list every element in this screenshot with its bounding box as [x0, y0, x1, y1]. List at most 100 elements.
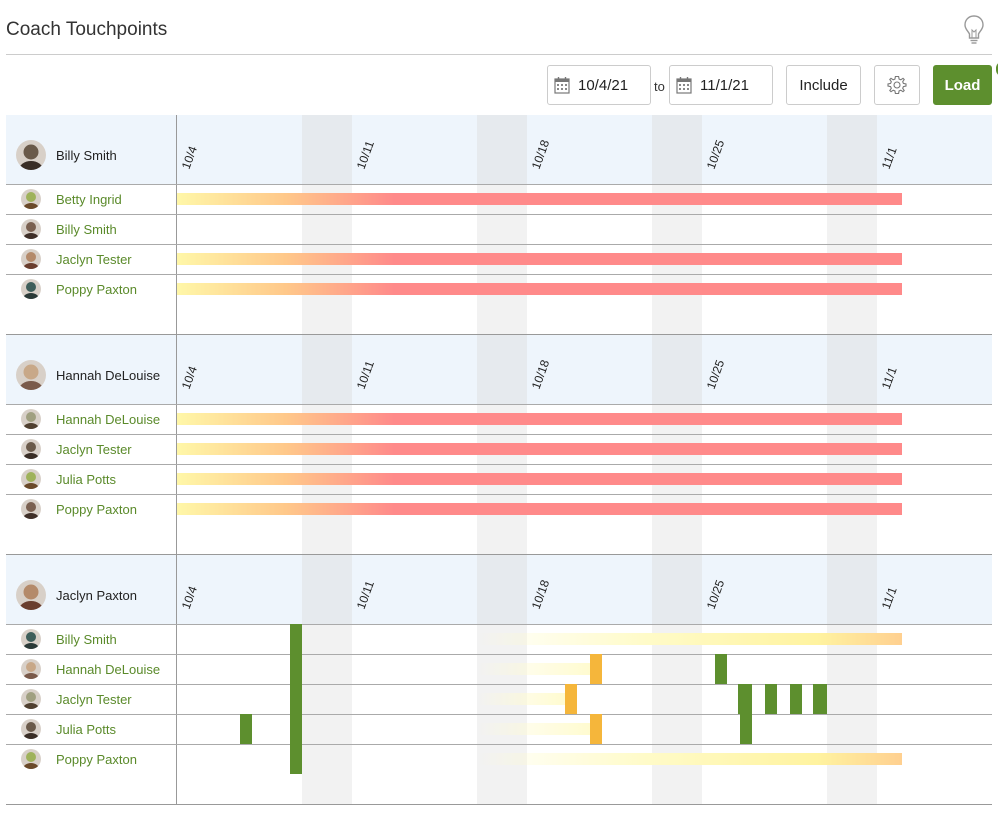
member-avatar — [21, 499, 41, 519]
touchpoint-fade-bar — [477, 633, 902, 645]
touchpoint-overdue-bar — [177, 283, 902, 295]
touchpoint-marker-green[interactable] — [790, 684, 802, 714]
member-row[interactable]: Jaclyn Tester — [6, 434, 992, 464]
member-name-link[interactable]: Poppy Paxton — [56, 282, 137, 297]
load-button[interactable]: Load — [933, 65, 992, 105]
coach-group: Jaclyn Paxton 10/4 10/11 10/18 10/25 11/1 Bil… — [6, 555, 992, 805]
touchpoint-overdue-bar — [177, 193, 902, 205]
member-avatar — [21, 219, 41, 239]
touchpoint-marker-orange[interactable] — [590, 714, 602, 744]
member-name-link[interactable]: Hannah DeLouise — [56, 662, 160, 677]
touchpoint-marker-green[interactable] — [740, 714, 752, 744]
start-date-value: 10/4/21 — [578, 76, 629, 94]
group-divider — [6, 804, 992, 805]
include-button[interactable]: Include — [786, 65, 861, 105]
member-name-link[interactable]: Poppy Paxton — [56, 502, 137, 517]
week-shade — [302, 115, 352, 184]
member-row[interactable]: Julia Potts — [6, 464, 992, 494]
coach-avatar — [16, 140, 46, 170]
coach-avatar — [16, 360, 46, 390]
week-shade — [302, 335, 352, 404]
member-row[interactable]: Jaclyn Tester — [6, 684, 992, 714]
lightbulb-icon[interactable] — [962, 14, 986, 46]
week-shade — [477, 115, 527, 184]
coach-name: Billy Smith — [56, 148, 117, 163]
week-shade — [827, 555, 877, 624]
member-avatar — [21, 689, 41, 709]
touchpoint-overdue-bar — [177, 503, 902, 515]
member-name-link[interactable]: Billy Smith — [56, 632, 117, 647]
week-shade — [302, 555, 352, 624]
member-name-link[interactable]: Julia Potts — [56, 722, 116, 737]
touchpoint-marker-green[interactable] — [765, 684, 777, 714]
touchpoint-overdue-bar — [177, 443, 902, 455]
member-name-link[interactable]: Jaclyn Tester — [56, 692, 132, 707]
coach-header — [6, 555, 992, 624]
member-avatar — [21, 409, 41, 429]
member-avatar — [21, 659, 41, 679]
touchpoint-marker-green[interactable] — [240, 714, 252, 744]
week-shade — [652, 115, 702, 184]
title-divider — [6, 54, 992, 55]
member-row[interactable]: Billy Smith — [6, 214, 992, 244]
member-name-link[interactable]: Julia Potts — [56, 472, 116, 487]
member-avatar — [21, 249, 41, 269]
member-avatar — [21, 749, 41, 769]
member-avatar — [21, 439, 41, 459]
coach-header — [6, 115, 992, 184]
settings-button[interactable] — [874, 65, 920, 105]
start-date-field[interactable]: 10/4/21 — [547, 65, 651, 105]
member-row[interactable]: Poppy Paxton — [6, 494, 992, 524]
touchpoint-marker-green[interactable] — [290, 624, 302, 774]
member-name-link[interactable]: Hannah DeLouise — [56, 412, 160, 427]
touchpoint-overdue-bar — [177, 253, 902, 265]
member-row[interactable]: Hannah DeLouise — [6, 404, 992, 434]
page-title: Coach Touchpoints — [6, 19, 168, 40]
member-row[interactable]: Hannah DeLouise — [6, 654, 992, 684]
gear-icon — [887, 75, 907, 95]
end-date-field[interactable]: 11/1/21 — [669, 65, 773, 105]
touchpoint-marker-green[interactable] — [715, 654, 727, 684]
week-shade — [477, 555, 527, 624]
member-row[interactable]: Betty Ingrid — [6, 184, 992, 214]
coach-group: Billy Smith 10/4 10/11 10/18 10/25 11/1 Betty… — [6, 115, 992, 335]
touchpoint-overdue-bar — [177, 473, 902, 485]
member-name-link[interactable]: Jaclyn Tester — [56, 252, 132, 267]
touchpoint-fade-bar — [477, 723, 590, 735]
touchpoint-fade-bar — [477, 753, 902, 765]
coach-name: Jaclyn Paxton — [56, 588, 137, 603]
touchpoint-fade-bar — [477, 693, 565, 705]
member-row[interactable]: Poppy Paxton — [6, 744, 992, 774]
week-shade — [477, 335, 527, 404]
member-name-link[interactable]: Betty Ingrid — [56, 192, 122, 207]
touchpoint-marker-orange[interactable] — [565, 684, 577, 714]
touchpoint-marker-orange[interactable] — [590, 654, 602, 684]
week-shade — [652, 335, 702, 404]
touchpoint-fade-bar — [477, 663, 590, 675]
coach-group: Hannah DeLouise 10/4 10/11 10/18 10/25 11/1 H… — [6, 335, 992, 555]
touchpoint-marker-green[interactable] — [738, 684, 752, 714]
week-shade — [827, 115, 877, 184]
member-row[interactable]: Billy Smith — [6, 624, 992, 654]
member-name-link[interactable]: Billy Smith — [56, 222, 117, 237]
date-range-separator: to — [654, 79, 665, 94]
end-date-value: 11/1/21 — [700, 76, 749, 94]
member-avatar — [21, 189, 41, 209]
member-name-link[interactable]: Jaclyn Tester — [56, 442, 132, 457]
touchpoint-overdue-bar — [177, 413, 902, 425]
member-row[interactable]: Jaclyn Tester — [6, 244, 992, 274]
member-name-link[interactable]: Poppy Paxton — [56, 752, 137, 767]
calendar-icon — [554, 77, 570, 94]
member-avatar — [21, 719, 41, 739]
member-avatar — [21, 629, 41, 649]
week-shade — [652, 555, 702, 624]
coach-name: Hannah DeLouise — [56, 368, 161, 383]
week-shade — [827, 335, 877, 404]
touchpoint-marker-green[interactable] — [813, 684, 827, 714]
member-row[interactable]: Poppy Paxton — [6, 274, 992, 304]
member-avatar — [21, 279, 41, 299]
member-avatar — [21, 469, 41, 489]
calendar-icon — [676, 77, 692, 94]
coach-avatar — [16, 580, 46, 610]
member-row[interactable]: Julia Potts — [6, 714, 992, 744]
